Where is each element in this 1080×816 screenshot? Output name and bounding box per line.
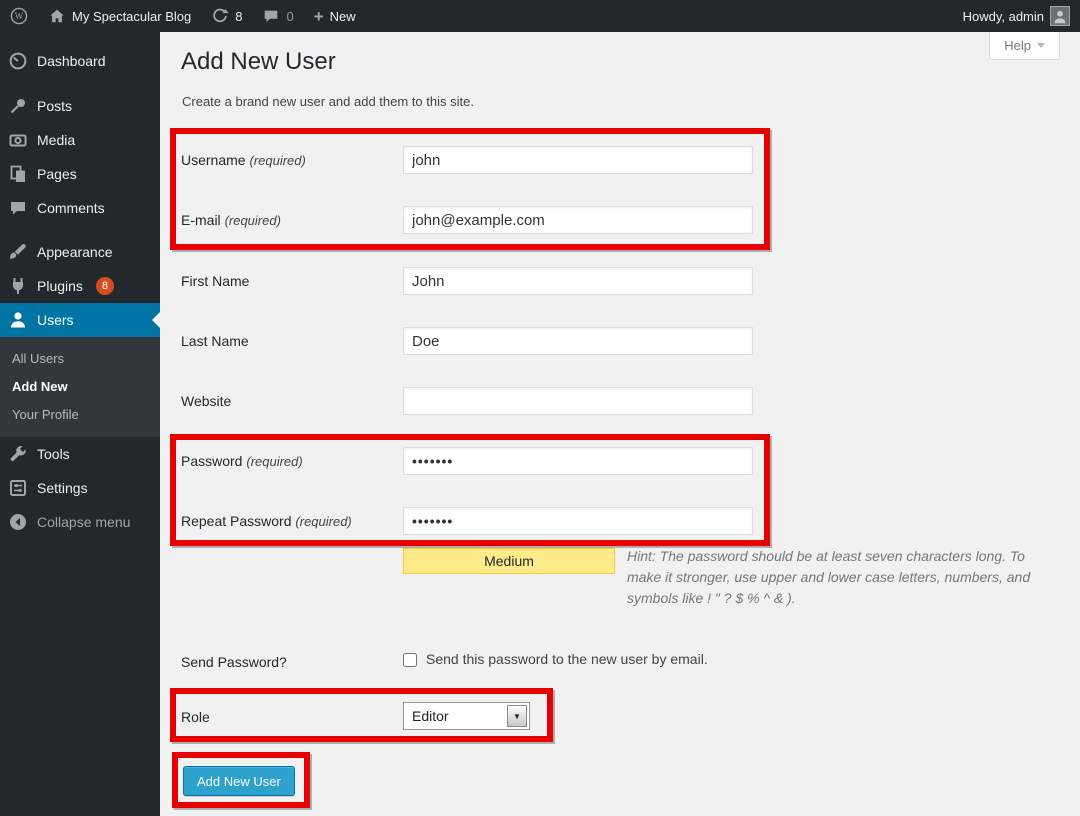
current-menu-arrow bbox=[152, 312, 160, 328]
menu-separator bbox=[0, 225, 160, 235]
sidebar-item-label: Tools bbox=[37, 446, 70, 462]
repeat-password-field[interactable] bbox=[403, 507, 753, 535]
new-content-link[interactable]: + New bbox=[304, 0, 366, 32]
sidebar-item-media[interactable]: Media bbox=[0, 123, 160, 157]
email-label: E-mail (required) bbox=[181, 212, 399, 228]
howdy-text: Howdy, admin bbox=[963, 9, 1044, 24]
avatar bbox=[1050, 6, 1070, 26]
sidebar-item-settings[interactable]: Settings bbox=[0, 471, 160, 505]
sidebar-item-appearance[interactable]: Appearance bbox=[0, 235, 160, 269]
help-label: Help bbox=[1004, 33, 1031, 59]
updates-link[interactable]: 8 bbox=[201, 0, 252, 32]
plus-icon: + bbox=[314, 8, 324, 25]
users-submenu: All Users Add New Your Profile bbox=[0, 337, 160, 437]
username-label: Username (required) bbox=[181, 152, 399, 168]
sidebar-item-pages[interactable]: Pages bbox=[0, 157, 160, 191]
wordpress-logo-icon: W bbox=[10, 7, 28, 25]
send-password-checkbox[interactable] bbox=[403, 653, 417, 667]
sidebar-item-plugins[interactable]: Plugins 8 bbox=[0, 269, 160, 303]
required-hint: (required) bbox=[295, 514, 351, 529]
wordpress-logo-menu[interactable]: W bbox=[0, 0, 38, 32]
website-label: Website bbox=[181, 393, 399, 409]
pushpin-icon bbox=[8, 96, 28, 116]
collapse-icon bbox=[8, 512, 28, 532]
role-selected-value: Editor bbox=[404, 708, 505, 724]
submenu-item-add-new[interactable]: Add New bbox=[0, 373, 160, 401]
settings-icon bbox=[8, 478, 28, 498]
role-select[interactable]: Editor ▼ bbox=[403, 702, 530, 730]
first-name-label: First Name bbox=[181, 273, 399, 289]
sidebar-item-tools[interactable]: Tools bbox=[0, 437, 160, 471]
main-content: Help Add New User Create a brand new use… bbox=[160, 32, 1080, 816]
page-subtitle: Create a brand new user and add them to … bbox=[182, 94, 474, 109]
collapse-menu-button[interactable]: Collapse menu bbox=[0, 505, 160, 539]
submenu-item-your-profile[interactable]: Your Profile bbox=[0, 401, 160, 429]
sidebar-item-label: Plugins bbox=[37, 278, 83, 294]
role-label: Role bbox=[181, 709, 399, 725]
admin-bar: W My Spectacular Blog 8 0 + New Howdy, a… bbox=[0, 0, 1080, 32]
update-icon bbox=[211, 7, 229, 25]
required-hint: (required) bbox=[225, 213, 281, 228]
sidebar-item-label: Pages bbox=[37, 166, 77, 182]
password-field[interactable] bbox=[403, 447, 753, 475]
sidebar-item-label: Posts bbox=[37, 98, 72, 114]
page-title: Add New User bbox=[181, 48, 336, 76]
wrench-icon bbox=[8, 444, 28, 464]
add-new-user-button[interactable]: Add New User bbox=[183, 766, 295, 796]
svg-text:W: W bbox=[15, 11, 24, 21]
sidebar-item-label: Media bbox=[37, 132, 75, 148]
sidebar-item-dashboard[interactable]: Dashboard bbox=[0, 44, 160, 78]
comment-bubble-icon bbox=[262, 7, 280, 25]
required-hint: (required) bbox=[246, 454, 302, 469]
new-label: New bbox=[330, 9, 356, 24]
send-password-checkbox-label: Send this password to the new user by em… bbox=[426, 651, 708, 667]
email-field[interactable] bbox=[403, 206, 753, 234]
comment-count: 0 bbox=[286, 9, 293, 24]
sidebar-item-label: Comments bbox=[37, 200, 105, 216]
repeat-password-label: Repeat Password (required) bbox=[181, 513, 399, 529]
sidebar-item-label: Users bbox=[37, 312, 74, 328]
help-button[interactable]: Help bbox=[989, 32, 1060, 60]
last-name-field[interactable] bbox=[403, 327, 753, 355]
password-hint: Hint: The password should be at least se… bbox=[345, 546, 1045, 609]
dashboard-icon bbox=[8, 51, 28, 71]
brush-icon bbox=[8, 242, 28, 262]
sidebar-item-label: Dashboard bbox=[37, 53, 106, 69]
plugins-update-badge: 8 bbox=[96, 277, 114, 295]
sidebar-item-label: Settings bbox=[37, 480, 88, 496]
submenu-item-all-users[interactable]: All Users bbox=[0, 345, 160, 373]
website-field[interactable] bbox=[403, 387, 753, 415]
update-count: 8 bbox=[235, 9, 242, 24]
required-hint: (required) bbox=[249, 153, 305, 168]
comments-link[interactable]: 0 bbox=[252, 0, 303, 32]
site-name: My Spectacular Blog bbox=[72, 9, 191, 24]
sidebar-item-users[interactable]: Users bbox=[0, 303, 160, 337]
password-label: Password (required) bbox=[181, 453, 399, 469]
site-name-link[interactable]: My Spectacular Blog bbox=[38, 0, 201, 32]
sidebar-item-comments[interactable]: Comments bbox=[0, 191, 160, 225]
sidebar-item-posts[interactable]: Posts bbox=[0, 89, 160, 123]
sidebar-item-label: Appearance bbox=[37, 244, 113, 260]
home-icon bbox=[48, 7, 66, 25]
pages-icon bbox=[8, 164, 28, 184]
media-icon bbox=[8, 130, 28, 150]
chevron-down-icon bbox=[1037, 43, 1045, 48]
select-dropdown-icon: ▼ bbox=[507, 705, 527, 727]
send-password-label: Send Password? bbox=[181, 654, 399, 670]
user-icon bbox=[8, 310, 28, 330]
first-name-field[interactable] bbox=[403, 267, 753, 295]
sidebar-item-label: Collapse menu bbox=[37, 514, 130, 530]
sidebar: Dashboard Posts Media Pages Comments bbox=[0, 32, 160, 816]
my-account-link[interactable]: Howdy, admin bbox=[953, 0, 1080, 32]
comment-icon bbox=[8, 198, 28, 218]
username-field[interactable] bbox=[403, 146, 753, 174]
plug-icon bbox=[8, 276, 28, 296]
menu-separator bbox=[0, 78, 160, 89]
last-name-label: Last Name bbox=[181, 333, 399, 349]
